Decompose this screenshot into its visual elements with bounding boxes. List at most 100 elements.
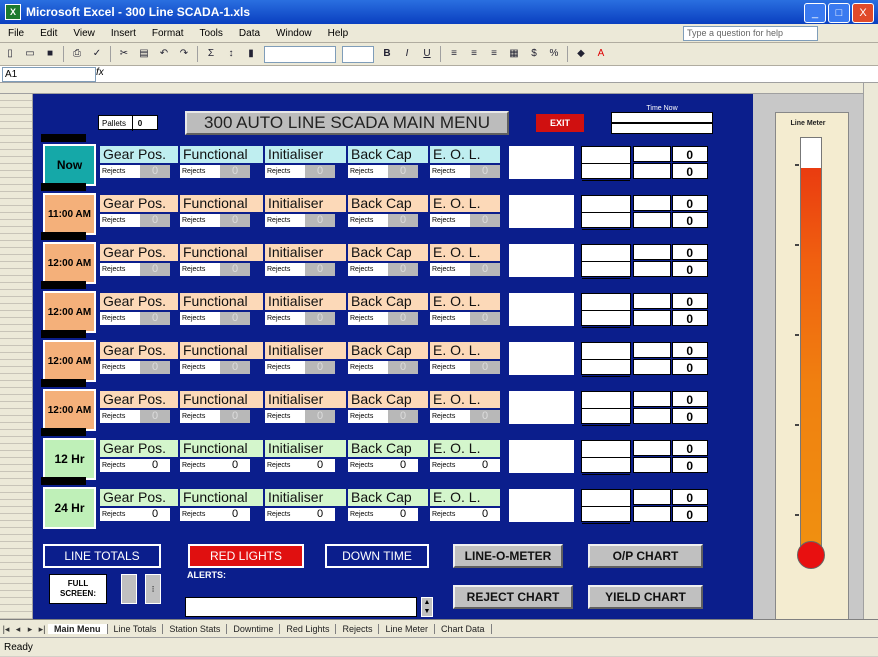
alerts-scroll-spinner[interactable]: ▲ ▼ bbox=[421, 597, 433, 617]
station-cell[interactable]: E. O. L. Rejects 0 bbox=[430, 489, 500, 522]
alerts-field[interactable] bbox=[185, 597, 417, 617]
open-icon[interactable]: ▭ bbox=[22, 46, 38, 62]
time-cell[interactable]: 24 Hr bbox=[43, 487, 96, 529]
station-cell[interactable]: Back Cap Rejects 0 bbox=[348, 489, 428, 522]
station-cell[interactable]: Initialiser Rejects 0 bbox=[265, 195, 346, 228]
align-left-icon[interactable]: ≡ bbox=[446, 46, 462, 62]
row-headers[interactable] bbox=[0, 94, 33, 619]
first-sheet-icon[interactable]: |◂ bbox=[0, 624, 12, 635]
prev-sheet-icon[interactable]: ◂ bbox=[12, 624, 24, 635]
font-name-box[interactable] bbox=[264, 45, 336, 63]
tab-red-lights[interactable]: Red Lights bbox=[280, 624, 337, 634]
station-cell[interactable]: E. O. L. Rejects 0 bbox=[430, 391, 500, 424]
line-totals-button[interactable]: LINE TOTALS bbox=[43, 544, 161, 568]
new-icon[interactable]: ▯ bbox=[2, 46, 18, 62]
station-cell[interactable]: Gear Pos. Rejects 0 bbox=[100, 391, 178, 424]
station-cell[interactable]: Initialiser Rejects 0 bbox=[265, 146, 346, 179]
chart-icon[interactable]: ▮ bbox=[243, 46, 259, 62]
fill-color-icon[interactable]: ◆ bbox=[573, 46, 589, 62]
save-icon[interactable]: ■ bbox=[42, 46, 58, 62]
station-cell[interactable]: Gear Pos. Rejects 0 bbox=[100, 489, 178, 522]
station-cell[interactable]: Initialiser Rejects 0 bbox=[265, 244, 346, 277]
tab-rejects[interactable]: Rejects bbox=[336, 624, 380, 634]
tab-chart-data[interactable]: Chart Data bbox=[435, 624, 492, 634]
menu-view[interactable]: View bbox=[65, 28, 103, 39]
station-cell[interactable]: Back Cap Rejects 0 bbox=[348, 440, 428, 473]
station-cell[interactable]: Gear Pos. Rejects 0 bbox=[100, 146, 178, 179]
station-cell[interactable]: Functional Rejects 0 bbox=[180, 489, 263, 522]
vertical-scrollbar[interactable] bbox=[863, 83, 878, 619]
menu-file[interactable]: File bbox=[0, 28, 32, 39]
station-cell[interactable]: Initialiser Rejects 0 bbox=[265, 342, 346, 375]
align-center-icon[interactable]: ≡ bbox=[466, 46, 482, 62]
italic-icon[interactable]: I bbox=[399, 46, 415, 62]
station-cell[interactable]: Back Cap Rejects 0 bbox=[348, 391, 428, 424]
cut-icon[interactable]: ✂ bbox=[116, 46, 132, 62]
menu-tools[interactable]: Tools bbox=[192, 28, 231, 39]
full-screen-spinner[interactable]: ⁝ bbox=[145, 574, 161, 604]
font-size-box[interactable] bbox=[342, 45, 374, 63]
tab-downtime[interactable]: Downtime bbox=[227, 624, 281, 634]
tab-station-stats[interactable]: Station Stats bbox=[163, 624, 228, 634]
menu-edit[interactable]: Edit bbox=[32, 28, 65, 39]
redo-icon[interactable]: ↷ bbox=[176, 46, 192, 62]
tab-main-menu[interactable]: Main Menu bbox=[48, 624, 108, 634]
reject-chart-button[interactable]: REJECT CHART bbox=[453, 585, 573, 609]
station-cell[interactable]: E. O. L. Rejects 0 bbox=[430, 146, 500, 179]
paste-icon[interactable]: ▤ bbox=[136, 46, 152, 62]
time-cell[interactable]: 12:00 AM bbox=[43, 340, 96, 382]
station-cell[interactable]: E. O. L. Rejects 0 bbox=[430, 244, 500, 277]
station-cell[interactable]: Functional Rejects 0 bbox=[180, 146, 263, 179]
undo-icon[interactable]: ↶ bbox=[156, 46, 172, 62]
menu-format[interactable]: Format bbox=[144, 28, 192, 39]
underline-icon[interactable]: U bbox=[419, 46, 435, 62]
station-cell[interactable]: Back Cap Rejects 0 bbox=[348, 293, 428, 326]
menu-window[interactable]: Window bbox=[268, 28, 320, 39]
station-cell[interactable]: Gear Pos. Rejects 0 bbox=[100, 244, 178, 277]
station-cell[interactable]: Gear Pos. Rejects 0 bbox=[100, 195, 178, 228]
station-cell[interactable]: Back Cap Rejects 0 bbox=[348, 342, 428, 375]
close-button[interactable]: X bbox=[852, 3, 874, 23]
fx-icon[interactable]: fx bbox=[96, 67, 104, 78]
station-cell[interactable]: E. O. L. Rejects 0 bbox=[430, 440, 500, 473]
full-screen-checkbox[interactable] bbox=[121, 574, 137, 604]
station-cell[interactable]: Functional Rejects 0 bbox=[180, 342, 263, 375]
station-cell[interactable]: Gear Pos. Rejects 0 bbox=[100, 440, 178, 473]
time-cell[interactable]: Now bbox=[43, 144, 96, 186]
percent-icon[interactable]: % bbox=[546, 46, 562, 62]
station-cell[interactable]: Back Cap Rejects 0 bbox=[348, 146, 428, 179]
station-cell[interactable]: Back Cap Rejects 0 bbox=[348, 244, 428, 277]
station-cell[interactable]: Gear Pos. Rejects 0 bbox=[100, 342, 178, 375]
station-cell[interactable]: Functional Rejects 0 bbox=[180, 293, 263, 326]
font-color-icon[interactable]: A bbox=[593, 46, 609, 62]
station-cell[interactable]: E. O. L. Rejects 0 bbox=[430, 293, 500, 326]
menu-data[interactable]: Data bbox=[231, 28, 268, 39]
align-right-icon[interactable]: ≡ bbox=[486, 46, 502, 62]
sort-icon[interactable]: ↕ bbox=[223, 46, 239, 62]
station-cell[interactable]: Functional Rejects 0 bbox=[180, 195, 263, 228]
menu-insert[interactable]: Insert bbox=[103, 28, 144, 39]
minimize-button[interactable]: _ bbox=[804, 3, 826, 23]
print-icon[interactable]: ⎙ bbox=[69, 46, 85, 62]
line-o-meter-button[interactable]: LINE-O-METER bbox=[453, 544, 563, 568]
down-time-button[interactable]: DOWN TIME bbox=[325, 544, 429, 568]
station-cell[interactable]: Functional Rejects 0 bbox=[180, 440, 263, 473]
autosum-icon[interactable]: Σ bbox=[203, 46, 219, 62]
bold-icon[interactable]: B bbox=[379, 46, 395, 62]
time-cell[interactable]: 12 Hr bbox=[43, 438, 96, 480]
tab-line-totals[interactable]: Line Totals bbox=[108, 624, 164, 634]
last-sheet-icon[interactable]: ▸| bbox=[36, 624, 48, 635]
station-cell[interactable]: Initialiser Rejects 0 bbox=[265, 489, 346, 522]
op-chart-button[interactable]: O/P CHART bbox=[588, 544, 703, 568]
time-cell[interactable]: 12:00 AM bbox=[43, 291, 96, 333]
station-cell[interactable]: Functional Rejects 0 bbox=[180, 244, 263, 277]
column-headers[interactable] bbox=[0, 83, 878, 94]
station-cell[interactable]: Initialiser Rejects 0 bbox=[265, 391, 346, 424]
time-cell[interactable]: 12:00 AM bbox=[43, 242, 96, 284]
station-cell[interactable]: Initialiser Rejects 0 bbox=[265, 293, 346, 326]
red-lights-button[interactable]: RED LIGHTS bbox=[188, 544, 304, 568]
exit-button[interactable]: EXIT bbox=[536, 114, 584, 132]
tab-line-meter[interactable]: Line Meter bbox=[379, 624, 435, 634]
menu-help[interactable]: Help bbox=[320, 28, 357, 39]
maximize-button[interactable]: □ bbox=[828, 3, 850, 23]
